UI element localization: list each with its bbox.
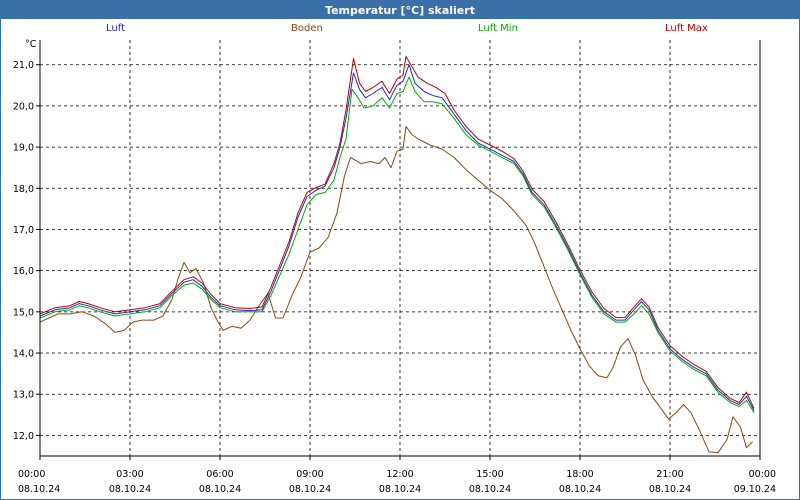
x-tick-time-label: 15:00	[476, 469, 503, 480]
y-tick-label: 21,0	[13, 60, 34, 71]
y-axis-unit-label: °C	[25, 39, 37, 50]
x-tick-time-label: 00:00	[18, 469, 45, 480]
x-tick-time-label: 12:00	[386, 469, 413, 480]
plot-area: °C 12,0 13,0 14,0 15,0 16,0 17,0 18,0 19,0 20,0 2…	[13, 39, 776, 495]
y-tick-label: 18,0	[13, 184, 34, 195]
x-tick-date-label: 08.10.24	[109, 484, 151, 495]
x-tick-date-label: 09.10.24	[734, 484, 776, 495]
y-tick-label: 14,0	[13, 349, 34, 360]
x-tick-date-label: 08.10.24	[379, 484, 421, 495]
series-lines	[39, 56, 755, 454]
tick-labels: °C 12,0 13,0 14,0 15,0 16,0 17,0 18,0 19,0 20,0 2…	[13, 39, 776, 495]
x-tick-date-label: 08.10.24	[559, 484, 601, 495]
x-tick-time-label: 18:00	[566, 469, 593, 480]
series-line-luft-min	[39, 76, 755, 414]
x-tick-date-label: 08.10.24	[199, 484, 241, 495]
series-line-boden	[39, 126, 753, 454]
y-tick-label: 20,0	[13, 101, 34, 112]
grid	[36, 40, 761, 460]
x-tick-time-label: 06:00	[206, 469, 233, 480]
y-tick-label: 17,0	[13, 225, 34, 236]
x-tick-date-label: 08.10.24	[469, 484, 511, 495]
x-tick-time-label: 21:00	[656, 469, 683, 480]
x-tick-date-label: 08.10.24	[289, 484, 331, 495]
series-line-luft	[39, 64, 755, 411]
x-tick-date-label: 08.10.24	[18, 484, 60, 495]
x-tick-time-label: 03:00	[116, 469, 143, 480]
series-line-luft-max	[39, 56, 755, 409]
y-tick-label: 13,0	[13, 390, 34, 401]
y-tick-label: 15,0	[13, 307, 34, 318]
x-tick-time-label: 00:00	[749, 469, 776, 480]
x-tick-date-label: 08.10.24	[649, 484, 691, 495]
y-tick-label: 16,0	[13, 266, 34, 277]
x-tick-time-label: 09:00	[296, 469, 323, 480]
y-tick-label: 12,0	[13, 431, 34, 442]
y-tick-label: 19,0	[13, 143, 34, 154]
